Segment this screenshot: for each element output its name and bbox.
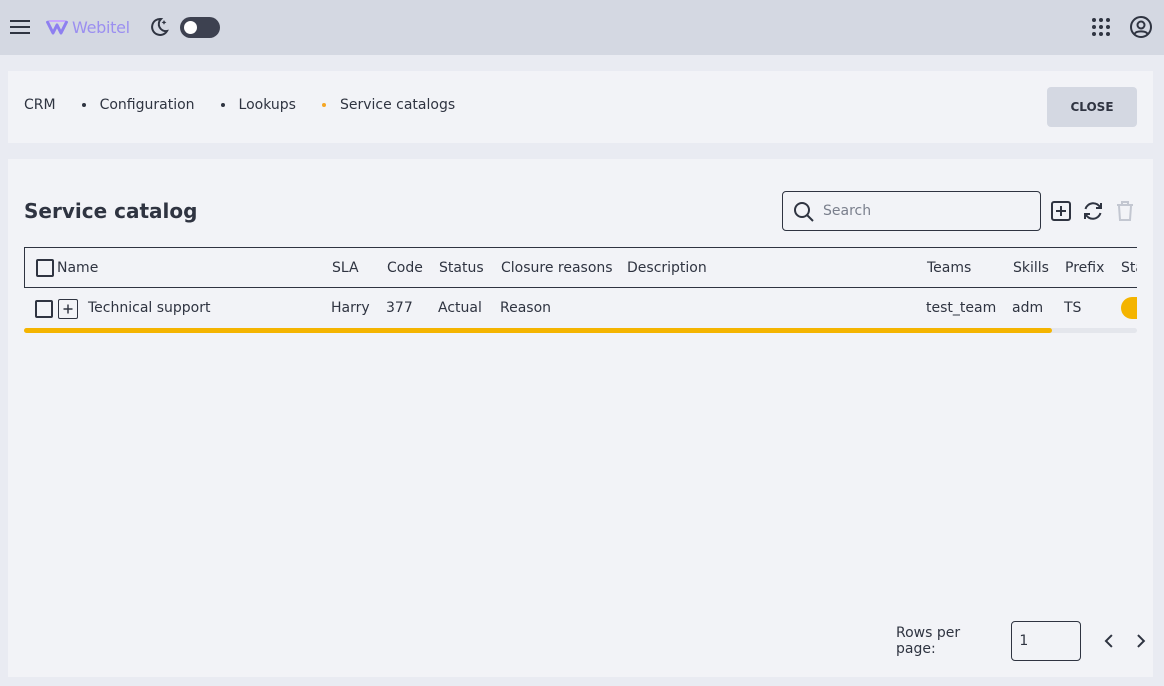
column-header-name[interactable]: Name: [57, 260, 98, 276]
webitel-logo-icon: [46, 20, 68, 35]
menu-icon[interactable]: [8, 15, 32, 39]
page-title: Service catalog: [24, 199, 198, 223]
breadcrumb-separator: [220, 103, 225, 107]
rows-per-page-input[interactable]: [1011, 621, 1082, 661]
cell-prefix: TS: [1064, 300, 1082, 316]
close-button[interactable]: CLOSE: [1047, 87, 1137, 127]
column-header-state[interactable]: State: [1121, 260, 1137, 276]
cell-code: 377: [386, 300, 413, 316]
breadcrumb-separator-active: [321, 103, 326, 107]
apps-grid-icon[interactable]: [1090, 16, 1112, 38]
breadcrumb-lookups[interactable]: Lookups: [239, 97, 296, 113]
service-catalog-panel: Service catalog Name SLA Code Status Clo…: [8, 159, 1153, 677]
top-app-bar: Webitel: [0, 0, 1164, 55]
breadcrumb: CRM Configuration Lookups Service catalo…: [24, 97, 455, 113]
cell-closure-reasons: Reason: [500, 300, 552, 316]
cell-status: Actual: [438, 300, 482, 316]
row-checkbox[interactable]: [35, 300, 53, 318]
column-header-teams[interactable]: Teams: [927, 260, 971, 276]
horizontal-scrollbar-track[interactable]: [24, 328, 1137, 333]
breadcrumb-configuration[interactable]: Configuration: [100, 97, 195, 113]
theme-toggle[interactable]: [180, 17, 220, 38]
column-header-status[interactable]: Status: [439, 260, 484, 276]
column-header-sla[interactable]: SLA: [332, 260, 359, 276]
account-icon[interactable]: [1129, 15, 1153, 39]
table-header: Name SLA Code Status Closure reasons Des…: [24, 247, 1137, 288]
column-header-description[interactable]: Description: [627, 260, 707, 276]
rows-per-page-label: Rows per page:: [896, 625, 961, 657]
state-switch[interactable]: [1121, 297, 1137, 319]
search-box[interactable]: [782, 191, 1041, 231]
service-catalog-table: Name SLA Code Status Closure reasons Des…: [24, 247, 1137, 407]
cell-name[interactable]: Technical support: [88, 300, 211, 316]
cell-skills: adm: [1012, 300, 1044, 316]
logo-text: Webitel: [72, 17, 130, 37]
chevron-right-icon[interactable]: [1129, 629, 1153, 653]
delete-icon: [1117, 201, 1133, 221]
horizontal-scrollbar-thumb[interactable]: [24, 328, 1053, 333]
column-header-closure-reasons[interactable]: Closure reasons: [501, 260, 613, 276]
pagination: Rows per page:: [896, 621, 1153, 661]
search-icon: [794, 202, 814, 222]
search-input[interactable]: [823, 200, 1023, 222]
chevron-left-icon[interactable]: [1097, 629, 1121, 653]
breadcrumb-crm[interactable]: CRM: [24, 97, 56, 113]
breadcrumb-separator: [81, 103, 86, 107]
breadcrumb-bar: CRM Configuration Lookups Service catalo…: [8, 71, 1153, 143]
expand-row-icon[interactable]: [58, 299, 78, 319]
cell-teams: test_team: [926, 300, 997, 316]
column-header-prefix[interactable]: Prefix: [1065, 260, 1104, 276]
select-all-checkbox[interactable]: [36, 259, 54, 277]
webitel-logo[interactable]: Webitel: [46, 14, 130, 40]
column-header-code[interactable]: Code: [387, 260, 423, 276]
add-icon[interactable]: [1049, 199, 1073, 223]
breadcrumb-service-catalogs: Service catalogs: [339, 97, 456, 113]
toggle-knob: [184, 21, 197, 34]
dark-mode-moon-icon: [151, 17, 169, 36]
column-header-skills[interactable]: Skills: [1013, 260, 1049, 276]
cell-sla: Harry: [331, 300, 370, 316]
refresh-icon[interactable]: [1081, 199, 1105, 223]
